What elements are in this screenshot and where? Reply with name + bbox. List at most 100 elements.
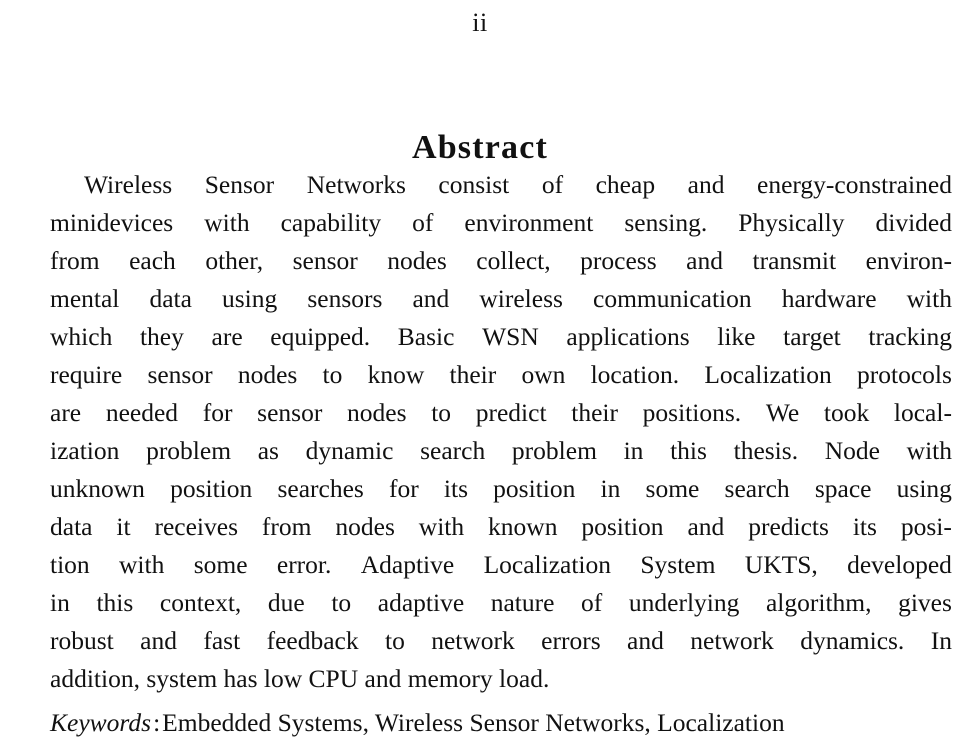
abstract-word: dynamic bbox=[305, 436, 394, 465]
abstract-word: and bbox=[627, 626, 664, 655]
abstract-word: their bbox=[571, 398, 618, 427]
abstract-line: tion with some error. Adaptive Localization Sy… bbox=[50, 546, 952, 584]
abstract-word: with bbox=[906, 436, 952, 465]
abstract-word: Node bbox=[824, 436, 880, 465]
page-title: Abstract bbox=[411, 128, 549, 166]
abstract-word: consist bbox=[438, 170, 510, 199]
abstract-word: to bbox=[331, 588, 352, 617]
abstract-word: known bbox=[488, 512, 558, 541]
abstract-word: Adaptive bbox=[360, 550, 455, 579]
abstract-word: thesis. bbox=[733, 436, 799, 465]
abstract-word: for bbox=[389, 474, 419, 503]
abstract-word: network bbox=[690, 626, 774, 655]
abstract-word: divided bbox=[875, 208, 952, 237]
abstract-word: positions. bbox=[642, 398, 742, 427]
abstract-word: needed bbox=[105, 398, 179, 427]
abstract-word: its bbox=[852, 512, 877, 541]
abstract-word: In bbox=[930, 626, 952, 655]
abstract-word: Localization bbox=[483, 550, 612, 579]
abstract-word: with bbox=[204, 208, 250, 237]
abstract-word: mental bbox=[50, 284, 120, 313]
abstract-word: as bbox=[257, 436, 279, 465]
abstract-word: nodes bbox=[387, 246, 447, 275]
abstract-word: unknown bbox=[50, 474, 145, 503]
abstract-word: problem bbox=[511, 436, 597, 465]
abstract-word: tracking bbox=[868, 322, 952, 351]
abstract-word: ization bbox=[50, 436, 120, 465]
abstract-word: nodes bbox=[237, 360, 298, 389]
abstract-word: to bbox=[431, 398, 452, 427]
abstract-word: location. bbox=[590, 360, 680, 389]
abstract-word: robust bbox=[50, 626, 114, 655]
abstract-line: mental data using sensors and wireless communi… bbox=[50, 280, 952, 318]
abstract-word: wireless bbox=[479, 284, 563, 313]
abstract-word: System bbox=[640, 550, 716, 579]
page-number: ii bbox=[472, 8, 488, 37]
abstract-word: sensor bbox=[257, 398, 323, 427]
abstract-word: it bbox=[116, 512, 131, 541]
abstract-word: underlying bbox=[628, 588, 740, 617]
abstract-line: from each other, sensor nodes collect, process… bbox=[50, 242, 952, 280]
abstract-word: this bbox=[96, 588, 134, 617]
abstract-word: nodes bbox=[335, 512, 395, 541]
abstract-word: position bbox=[581, 512, 664, 541]
abstract-word: of bbox=[412, 208, 434, 237]
abstract-word: space bbox=[814, 474, 872, 503]
abstract-line: in this context, due to adaptive nature of under… bbox=[50, 584, 952, 622]
abstract-word: predicts bbox=[748, 512, 829, 541]
abstract-word: nodes bbox=[347, 398, 407, 427]
abstract-word: to bbox=[384, 626, 405, 655]
abstract-word: in bbox=[623, 436, 644, 465]
abstract-word: transmit bbox=[752, 246, 837, 275]
abstract-word: are bbox=[50, 398, 82, 427]
keywords-label: Keywords bbox=[50, 708, 152, 737]
abstract-word: receives bbox=[154, 512, 238, 541]
abstract-word: dynamics. bbox=[800, 626, 905, 655]
abstract-line: minidevices with capability of environment se… bbox=[50, 204, 952, 242]
abstract-word: WSN bbox=[482, 322, 539, 351]
abstract-word: and bbox=[687, 512, 725, 541]
abstract-word: We bbox=[765, 398, 800, 427]
abstract-word: algorithm, bbox=[765, 588, 872, 617]
abstract-word: data bbox=[50, 512, 93, 541]
abstract-word: capability bbox=[280, 208, 382, 237]
abstract-line: unknown position searches for its position in s… bbox=[50, 470, 952, 508]
abstract-word: for bbox=[202, 398, 233, 427]
abstract-word: hardware bbox=[781, 284, 877, 313]
abstract-word: and bbox=[686, 246, 723, 275]
abstract-word: sensor bbox=[147, 360, 213, 389]
abstract-word: to bbox=[322, 360, 343, 389]
abstract-page: ii Abstract Wireless Sensor Networks consis… bbox=[0, 0, 960, 754]
abstract-word: collect, bbox=[476, 246, 551, 275]
abstract-word: some bbox=[645, 474, 700, 503]
keywords-value: Embedded Systems, Wireless Sensor Networ… bbox=[162, 708, 785, 737]
abstract-word: environment bbox=[464, 208, 594, 237]
abstract-word: position bbox=[170, 474, 253, 503]
abstract-word: using bbox=[896, 474, 952, 503]
abstract-word: with bbox=[906, 284, 952, 313]
abstract-word: protocols bbox=[857, 360, 952, 389]
abstract-word: of bbox=[581, 588, 603, 617]
abstract-word: require bbox=[50, 360, 123, 389]
abstract-word: posi- bbox=[900, 512, 952, 541]
abstract-word: position bbox=[493, 474, 576, 503]
abstract-word: searches bbox=[277, 474, 364, 503]
abstract-word: cheap bbox=[595, 170, 656, 199]
abstract-word: Localization bbox=[704, 360, 832, 389]
abstract-word: sensor bbox=[292, 246, 358, 275]
abstract-word: of bbox=[541, 170, 564, 199]
abstract-word: UKTS, bbox=[744, 550, 818, 579]
abstract-word: they bbox=[139, 322, 184, 351]
abstract-word: fast bbox=[203, 626, 241, 655]
abstract-line: which they are equipped. Basic WSN application… bbox=[50, 318, 952, 356]
abstract-word: from bbox=[261, 512, 312, 541]
abstract-word: with bbox=[418, 512, 465, 541]
abstract-line: ization problem as dynamic search problem in th… bbox=[50, 432, 952, 470]
abstract-word: its bbox=[443, 474, 468, 503]
abstract-word: from bbox=[50, 246, 100, 275]
abstract-word: and bbox=[687, 170, 725, 199]
abstract-line: require sensor nodes to know their own location… bbox=[50, 356, 952, 394]
abstract-word: own bbox=[521, 360, 566, 389]
abstract-word: process bbox=[580, 246, 657, 275]
abstract-word: with bbox=[119, 550, 165, 579]
